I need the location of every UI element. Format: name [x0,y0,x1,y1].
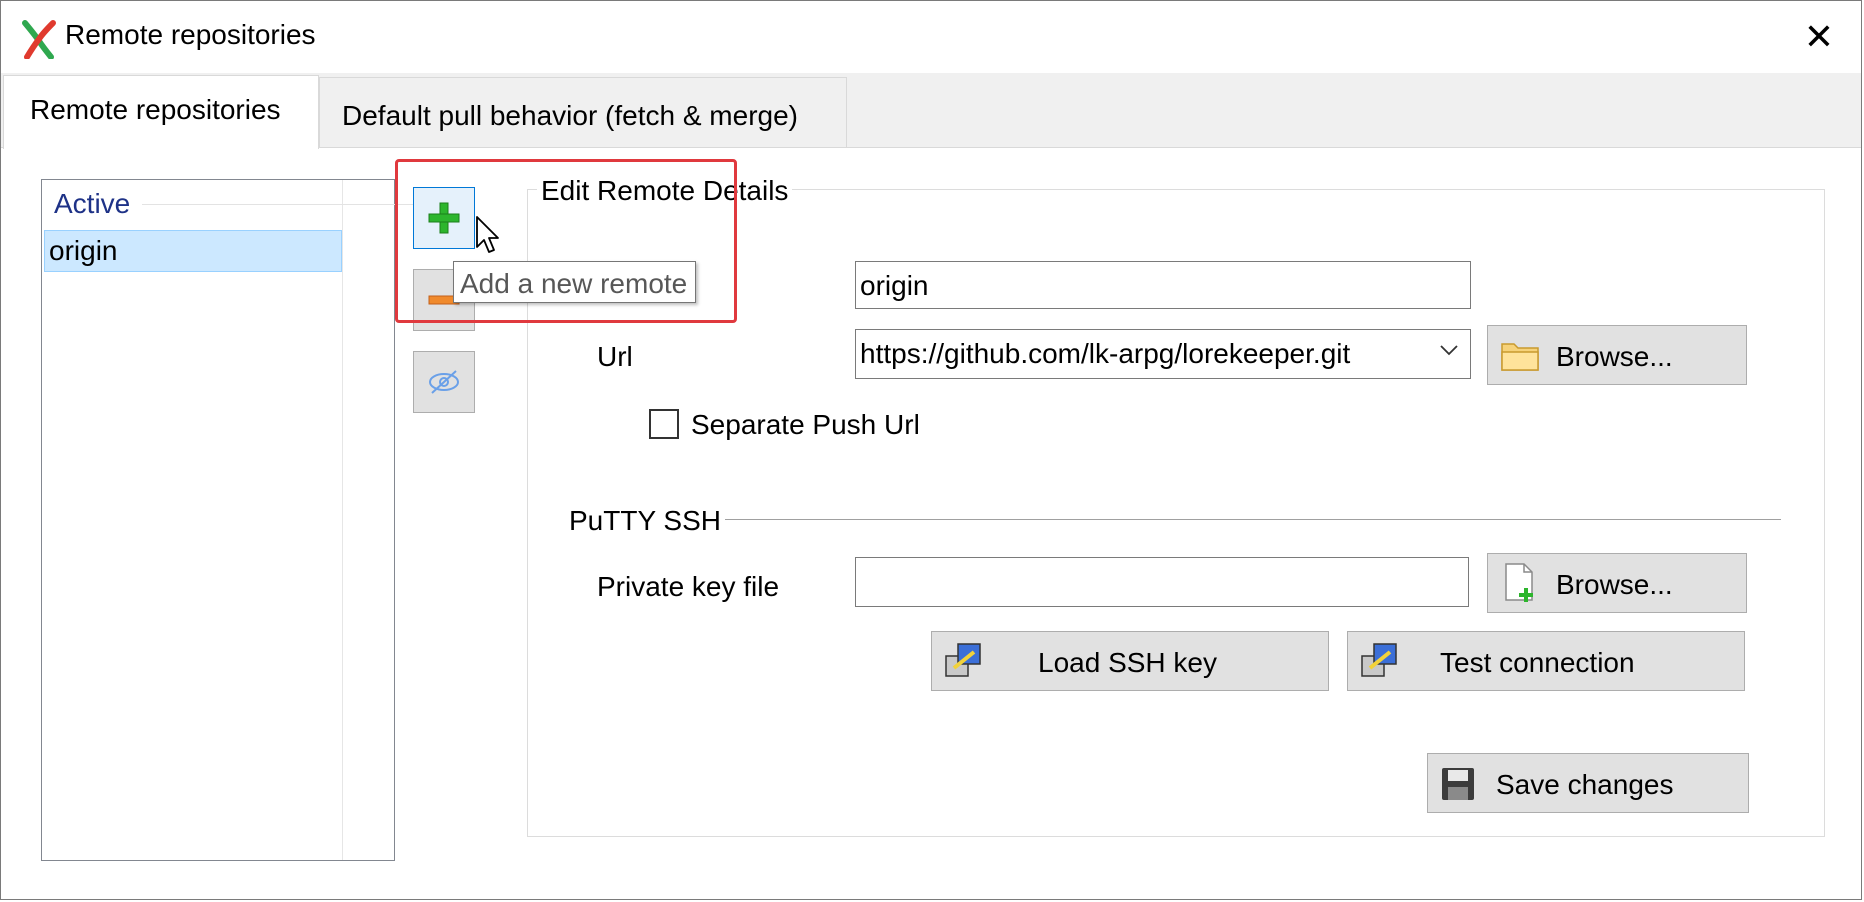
tab-default-pull-behavior[interactable]: Default pull behavior (fetch & merge) [319,77,847,147]
remotes-list[interactable]: Active origin [41,179,422,861]
test-connection-label: Test connection [1440,647,1635,678]
group-header-active: Active [54,188,131,219]
close-icon: ✕ [1803,16,1835,57]
close-button[interactable]: ✕ [1797,15,1841,59]
tortoisegit-app-icon [22,20,56,59]
load-ssh-key-button[interactable]: Load SSH key [931,631,1329,691]
test-connection-button[interactable]: Test connection [1347,631,1745,691]
save-changes-button[interactable]: Save changes [1427,753,1749,813]
chevron-down-icon [1440,345,1458,356]
separate-push-url-label[interactable]: Separate Push Url [691,409,920,441]
floppy-disk-icon [1442,768,1474,800]
eye-slash-icon [429,370,459,394]
url-label: Url [597,341,633,372]
putty-connection-icon [1361,643,1397,677]
list-column-divider [342,180,343,860]
url-combobox[interactable]: https://github.com/lk-arpg/lorekeeper.gi… [855,329,1471,379]
window-title: Remote repositories [65,19,316,50]
browse-url-button[interactable]: Browse... [1487,325,1747,385]
separate-push-url-checkbox[interactable] [649,409,679,439]
load-ssh-key-label: Load SSH key [1038,647,1217,678]
private-key-file-label: Private key file [597,571,780,602]
list-item[interactable]: origin [44,230,342,272]
browse-key-button[interactable]: Browse... [1487,553,1747,613]
add-remote-tooltip: Add a new remote [453,261,697,303]
tab-remote-repositories[interactable]: Remote repositories [3,75,319,149]
new-file-icon [1505,563,1533,602]
url-value: https://github.com/lk-arpg/lorekeeper.gi… [860,338,1351,369]
save-changes-label: Save changes [1496,769,1674,800]
remote-repositories-dialog: Remote repositories ✕ Remote repositorie… [0,0,1862,900]
putty-section-divider [725,519,1781,520]
browse-key-label: Browse... [1556,569,1673,600]
putty-key-icon [945,643,981,677]
title-bar: Remote repositories ✕ [1,1,1861,73]
tab-strip: Remote repositories Default pull behavio… [1,73,1861,149]
toggle-remote-button[interactable] [413,351,475,413]
remote-name-field[interactable]: origin [855,261,1471,309]
mouse-pointer-icon [476,216,499,253]
group-header-line [142,204,422,205]
putty-ssh-section-label: PuTTY SSH [569,505,721,536]
folder-icon [1501,343,1539,371]
browse-url-label: Browse... [1556,341,1673,372]
private-key-file-field[interactable] [855,557,1469,607]
